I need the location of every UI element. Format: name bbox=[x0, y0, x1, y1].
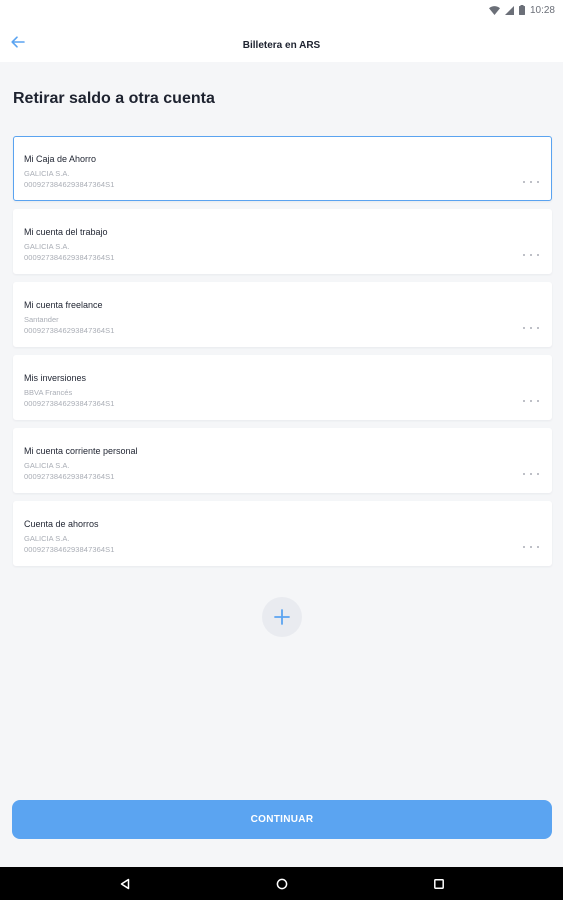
more-options-icon[interactable] bbox=[523, 323, 539, 333]
account-number: 0009273846293847364S1 bbox=[24, 253, 115, 262]
status-icons: 10:28 bbox=[488, 3, 555, 17]
continue-button[interactable]: CONTINUAR bbox=[12, 800, 552, 839]
battery-icon bbox=[518, 5, 525, 15]
app-title: Billetera en ARS bbox=[242, 40, 321, 51]
account-number: 0009273846293847364S1 bbox=[24, 399, 115, 408]
plus-icon bbox=[274, 609, 290, 625]
account-card[interactable]: Mi Caja de Ahorro GALICIA S.A. 000927384… bbox=[13, 136, 552, 201]
account-name: Mi Caja de Ahorro bbox=[24, 154, 97, 164]
home-circle-icon bbox=[276, 878, 288, 890]
account-list: Mi Caja de Ahorro GALICIA S.A. 000927384… bbox=[13, 136, 552, 574]
more-options-icon[interactable] bbox=[523, 469, 539, 479]
account-name: Mi cuenta del trabajo bbox=[24, 227, 108, 237]
account-card[interactable]: Mi cuenta corriente personal GALICIA S.A… bbox=[13, 428, 552, 493]
account-number: 0009273846293847364S1 bbox=[24, 545, 115, 554]
nav-home-button[interactable] bbox=[274, 876, 290, 892]
account-card[interactable]: Cuenta de ahorros GALICIA S.A. 000927384… bbox=[13, 501, 552, 566]
recents-square-icon bbox=[434, 879, 444, 889]
account-number: 0009273846293847364S1 bbox=[24, 326, 115, 335]
account-number: 0009273846293847364S1 bbox=[24, 472, 115, 481]
more-options-icon[interactable] bbox=[523, 396, 539, 406]
app-bar: Billetera en ARS bbox=[0, 20, 563, 62]
account-bank: GALICIA S.A. bbox=[24, 169, 70, 178]
account-number: 0009273846293847364S1 bbox=[24, 180, 115, 189]
account-name: Mis inversiones bbox=[24, 373, 87, 383]
account-bank: GALICIA S.A. bbox=[24, 534, 70, 543]
account-name: Mi cuenta corriente personal bbox=[24, 446, 138, 456]
account-bank: GALICIA S.A. bbox=[24, 461, 70, 470]
nav-back-button[interactable] bbox=[117, 876, 133, 892]
account-bank: GALICIA S.A. bbox=[24, 242, 70, 251]
wifi-icon bbox=[488, 5, 500, 15]
cellular-signal-icon bbox=[504, 5, 514, 15]
account-bank: BBVA Francés bbox=[24, 388, 73, 397]
account-name: Cuenta de ahorros bbox=[24, 519, 99, 529]
navigation-bar bbox=[0, 867, 563, 900]
add-account-button[interactable] bbox=[262, 597, 302, 637]
more-options-icon[interactable] bbox=[523, 250, 539, 260]
status-bar: 10:28 bbox=[0, 0, 563, 20]
more-options-icon[interactable] bbox=[523, 177, 539, 187]
account-card[interactable]: Mi cuenta del trabajo GALICIA S.A. 00092… bbox=[13, 209, 552, 274]
account-card[interactable]: Mi cuenta freelance Santander 0009273846… bbox=[13, 282, 552, 347]
account-card[interactable]: Mis inversiones BBVA Francés 00092738462… bbox=[13, 355, 552, 420]
status-time: 10:28 bbox=[529, 4, 555, 16]
page-title: Retirar saldo a otra cuenta bbox=[13, 90, 215, 107]
more-options-icon[interactable] bbox=[523, 542, 539, 552]
account-bank: Santander bbox=[24, 315, 59, 324]
back-triangle-icon bbox=[120, 878, 130, 890]
nav-recents-button[interactable] bbox=[431, 876, 447, 892]
account-name: Mi cuenta freelance bbox=[24, 300, 103, 310]
